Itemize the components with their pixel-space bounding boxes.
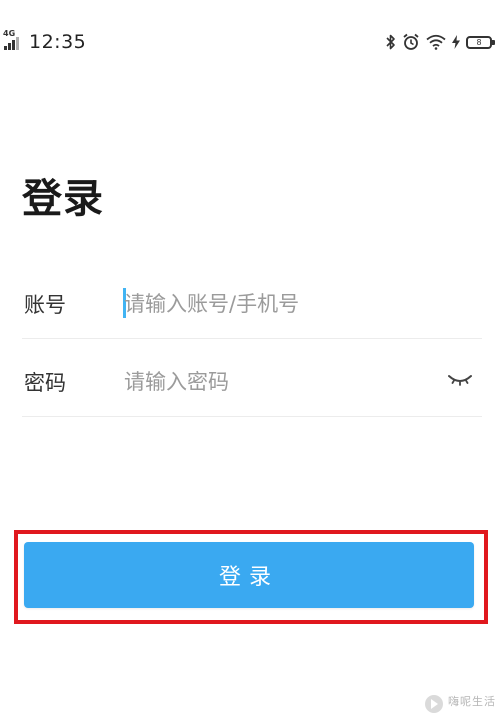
signal-icon: 4G [2,30,28,52]
battery-level: 8 [476,37,482,47]
battery-icon: 8 [466,35,495,49]
watermark-logo [425,695,443,713]
bluetooth-icon [386,34,395,50]
watermark-text: 嗨呢生活 [448,695,496,708]
password-input[interactable] [124,364,434,400]
status-icons: 8 [386,32,495,52]
eye-closed-icon [448,375,472,386]
password-row: 密码 [22,346,482,417]
status-bar: 4G 12:35 8 [0,0,500,84]
charging-icon [452,35,460,49]
password-visibility-toggle[interactable] [446,368,474,392]
account-row: 账号 [22,268,482,339]
wifi-icon [426,34,446,50]
alarm-icon [403,33,419,50]
status-time: 12:35 [29,31,87,53]
login-button[interactable]: 登录 [24,542,474,608]
watermark: 嗨呢生活 [424,694,496,718]
page-title: 登录 [22,176,104,222]
network-type-label: 4G [3,29,16,38]
password-label: 密码 [24,371,66,395]
account-label: 账号 [24,293,66,317]
account-input[interactable] [124,286,434,322]
